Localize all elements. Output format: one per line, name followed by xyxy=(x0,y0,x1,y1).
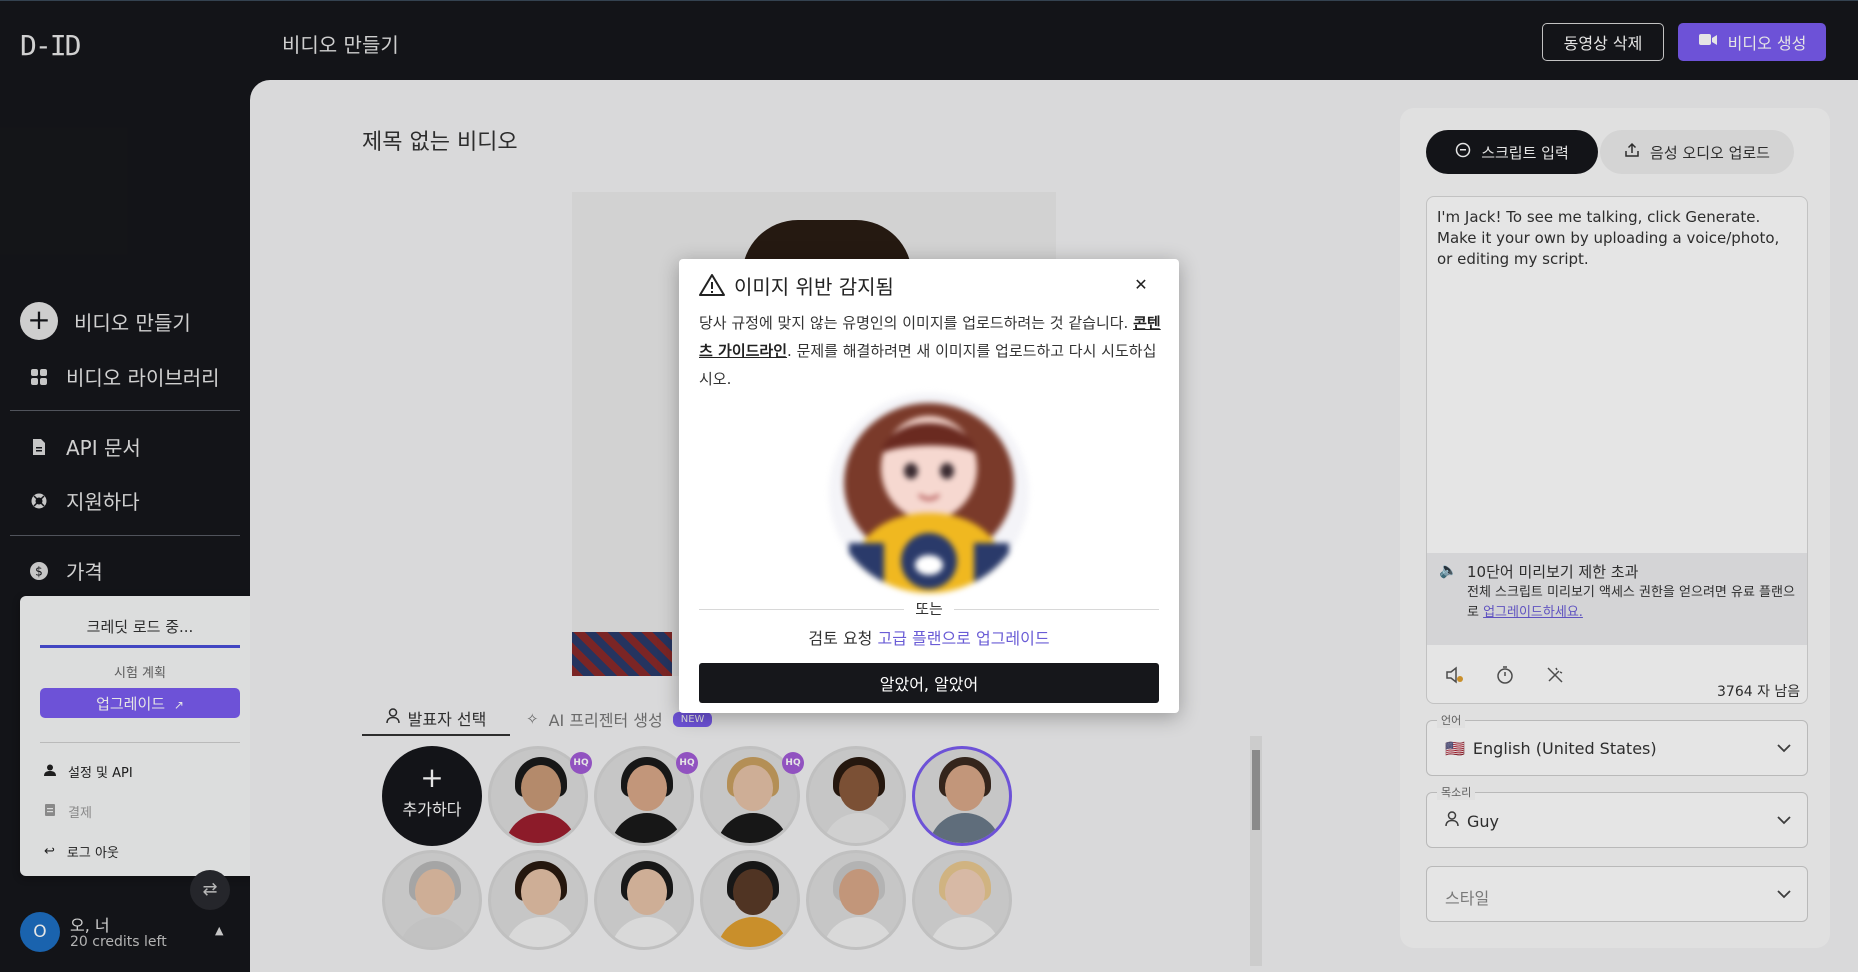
image-violation-dialog: 이미지 위반 감지됨 ✕ 당사 규정에 맞지 않는 유명인의 이미지를 업로드하… xyxy=(679,259,1179,713)
separator-line xyxy=(954,609,1159,610)
warning-icon xyxy=(699,274,725,296)
review-request-text: 검토 요청 고급 플랜으로 업그레이드 xyxy=(679,625,1179,649)
dialog-body-prefix: 당사 규정에 맞지 않는 유명인의 이미지를 업로드하려는 것 같습니다. xyxy=(699,314,1134,332)
separator-line xyxy=(699,609,904,610)
dialog-title: 이미지 위반 감지됨 xyxy=(734,275,894,299)
acknowledge-button[interactable]: 알았어, 알았어 xyxy=(699,663,1159,703)
close-icon[interactable]: ✕ xyxy=(1129,273,1153,297)
or-text: 또는 xyxy=(915,600,943,618)
review-prefix: 검토 요청 xyxy=(808,629,878,648)
upgrade-plan-link[interactable]: 고급 플랜으로 업그레이드 xyxy=(877,629,1049,648)
blurred-uploaded-image xyxy=(829,393,1029,593)
dialog-body: 당사 규정에 맞지 않는 유명인의 이미지를 업로드하려는 것 같습니다. 콘텐… xyxy=(699,309,1161,393)
